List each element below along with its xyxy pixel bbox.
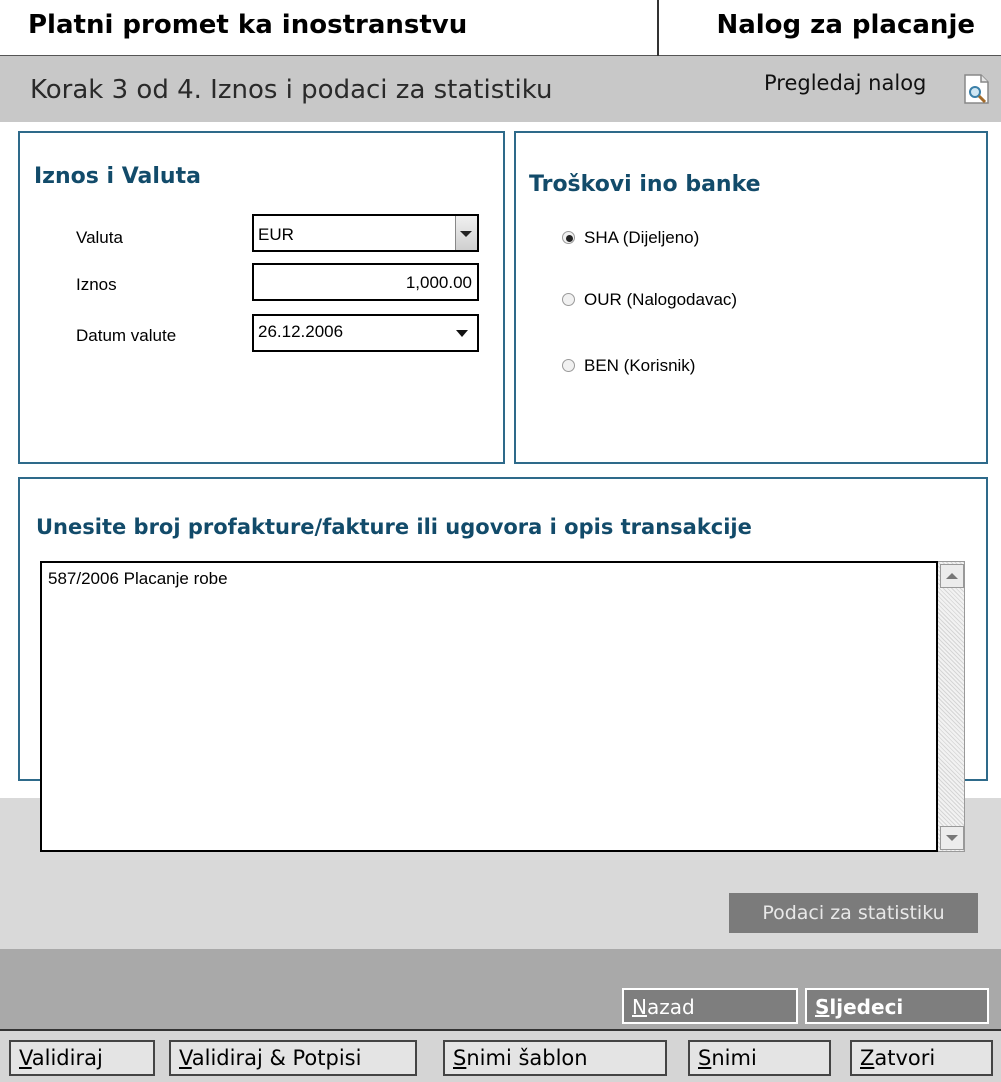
chevron-up-icon [946, 573, 958, 579]
save-template-button[interactable]: Snimi šablon [443, 1040, 667, 1076]
validate-sign-accesskey: V [179, 1046, 192, 1070]
preview-order-link[interactable]: Pregledaj nalog [764, 71, 926, 95]
description-textarea[interactable]: 587/2006 Placanje robe [40, 561, 938, 852]
chevron-down-icon [946, 835, 958, 841]
textarea-scrollbar[interactable] [938, 561, 965, 852]
validate-button[interactable]: Validiraj [9, 1040, 155, 1076]
save-template-label: nimi šablon [466, 1046, 588, 1070]
amount-panel-heading: Iznos i Valuta [34, 164, 201, 189]
description-panel-heading: Unesite broj profakture/fakture ili ugov… [36, 515, 752, 539]
document-preview-icon[interactable] [962, 72, 992, 106]
save-button[interactable]: Snimi [688, 1040, 831, 1076]
radio-sha[interactable] [562, 231, 575, 244]
next-button[interactable]: Sljedeci [805, 988, 989, 1024]
statistics-data-button[interactable]: Podaci za statistiku [729, 893, 978, 933]
next-button-label: ljedeci [829, 995, 904, 1019]
chevron-down-icon[interactable] [456, 330, 468, 337]
validate-and-sign-button[interactable]: Validiraj & Potpisi [169, 1040, 417, 1076]
close-accesskey: Z [860, 1046, 875, 1070]
radio-ben[interactable] [562, 359, 575, 372]
next-button-accesskey: S [815, 995, 830, 1019]
back-button-accesskey: N [632, 995, 647, 1019]
validate-sign-label: alidiraj & Potpisi [191, 1046, 362, 1070]
validate-accesskey: V [19, 1046, 32, 1070]
document-title: Nalog za placanje [716, 10, 975, 40]
value-date-label: Datum valute [76, 326, 177, 345]
radio-our-label[interactable]: OUR (Nalogodavac) [584, 290, 737, 310]
radio-our[interactable] [562, 293, 575, 306]
amount-label: Iznos [76, 275, 117, 294]
title-divider [657, 0, 659, 56]
close-button[interactable]: Zatvori [850, 1040, 993, 1076]
save-template-accesskey: S [453, 1046, 467, 1070]
close-label: atvori [874, 1046, 936, 1070]
currency-select[interactable]: EUR [252, 214, 479, 252]
save-label: nimi [711, 1046, 757, 1070]
chevron-down-icon [460, 231, 472, 237]
value-date-select[interactable]: 26.12.2006 [252, 314, 479, 352]
fees-panel-heading: Troškovi ino banke [529, 172, 761, 197]
back-button[interactable]: Nazad [622, 988, 798, 1024]
app-title: Platni promet ka inostranstvu [28, 10, 468, 40]
radio-ben-label[interactable]: BEN (Korisnik) [584, 356, 695, 376]
step-indicator: Korak 3 od 4. Iznos i podaci za statisti… [30, 75, 553, 105]
radio-sha-label[interactable]: SHA (Dijeljeno) [584, 228, 699, 248]
save-accesskey: S [698, 1046, 712, 1070]
back-button-label: azad [646, 995, 695, 1019]
amount-input[interactable]: 1,000.00 [252, 263, 479, 301]
validate-label: alidiraj [31, 1046, 103, 1070]
currency-label: Valuta [76, 228, 123, 247]
